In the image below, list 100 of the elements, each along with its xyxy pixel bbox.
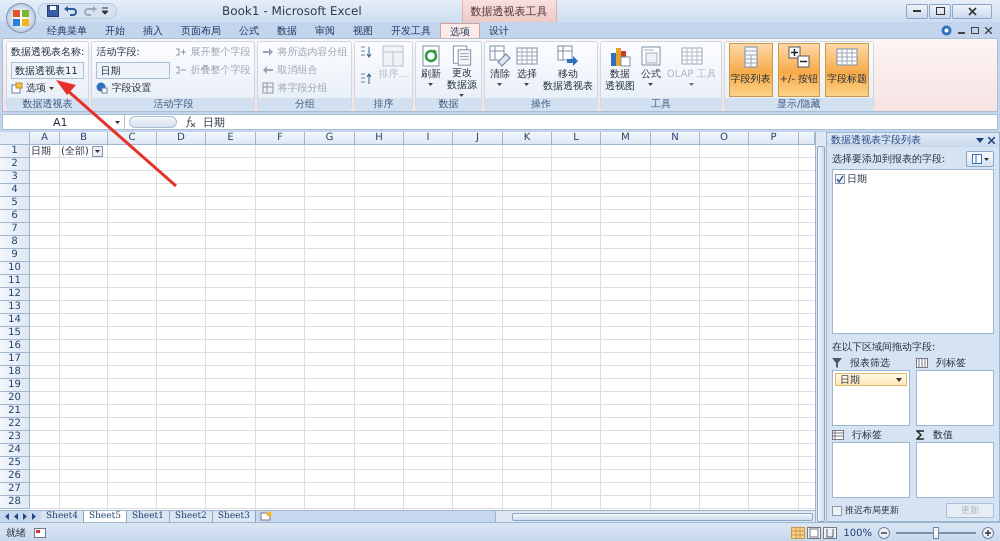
toggle-button[interactable]: 字段列表 xyxy=(728,43,773,97)
row-header[interactable]: 3 xyxy=(0,171,30,184)
slider-thumb[interactable] xyxy=(933,527,939,539)
filter-dropdown-button[interactable] xyxy=(92,146,103,157)
zoom-level[interactable]: 100% xyxy=(843,528,872,538)
ribbon-button[interactable]: 选择 xyxy=(516,43,538,97)
ribbon-button[interactable]: 公式 xyxy=(640,43,662,97)
column-header[interactable]: J xyxy=(453,132,503,145)
field-label[interactable]: 日期 xyxy=(847,172,867,186)
text-field[interactable]: 日期 xyxy=(96,62,170,78)
horizontal-scrollbar[interactable] xyxy=(495,511,815,522)
ribbon-tab[interactable]: 经典菜单 xyxy=(38,23,96,38)
help-icon[interactable] xyxy=(941,24,952,36)
ribbon-tab[interactable]: 公式 xyxy=(230,23,268,38)
row-header[interactable]: 12 xyxy=(0,288,30,301)
toggle-button[interactable]: +/- 按钮 xyxy=(778,43,820,97)
ribbon-button[interactable]: 刷新 xyxy=(420,43,442,97)
page-break-icon[interactable] xyxy=(823,527,838,539)
column-header[interactable]: D xyxy=(157,132,206,145)
row-header[interactable]: 28 xyxy=(0,496,30,509)
field-chip[interactable]: 日期 xyxy=(835,373,907,386)
row-header[interactable]: 7 xyxy=(0,223,30,236)
column-header[interactable]: I xyxy=(404,132,453,145)
row-header[interactable]: 4 xyxy=(0,184,30,197)
row-header[interactable]: 13 xyxy=(0,301,30,314)
ribbon-button[interactable]: 移动 数据透视表 xyxy=(542,43,593,97)
row-header[interactable]: 6 xyxy=(0,210,30,223)
checkbox-label[interactable]: 推迟布局更新 xyxy=(845,504,899,517)
sheet-tab[interactable]: Sheet5 xyxy=(84,511,127,522)
row-header[interactable]: 16 xyxy=(0,340,30,353)
dropdown-icon[interactable] xyxy=(976,138,984,142)
row-header[interactable]: 18 xyxy=(0,366,30,379)
page-layout-icon[interactable] xyxy=(807,527,822,539)
sort-ascending-icon[interactable] xyxy=(359,45,374,59)
restore-button[interactable] xyxy=(929,4,951,18)
ribbon-tab[interactable]: 页面布局 xyxy=(172,23,230,38)
ribbon-tab[interactable]: 数据 xyxy=(268,23,306,38)
save-icon[interactable] xyxy=(47,5,59,17)
row-header[interactable]: 19 xyxy=(0,379,30,392)
close-icon[interactable] xyxy=(988,136,995,144)
column-header[interactable]: L xyxy=(552,132,601,145)
row-header[interactable]: 24 xyxy=(0,444,30,457)
column-header[interactable]: F xyxy=(256,132,305,145)
row-header[interactable]: 10 xyxy=(0,262,30,275)
row-header[interactable]: 27 xyxy=(0,483,30,496)
row-header[interactable]: 2 xyxy=(0,158,30,171)
ribbon-tab[interactable]: 选项 xyxy=(440,23,480,38)
toggle-button[interactable]: 字段标题 xyxy=(825,43,870,97)
row-header[interactable]: 9 xyxy=(0,249,30,262)
ribbon-tab[interactable]: 插入 xyxy=(134,23,172,38)
vertical-scrollbar[interactable] xyxy=(815,132,826,522)
column-header[interactable]: M xyxy=(601,132,651,145)
insert-sheet-icon[interactable] xyxy=(260,511,272,521)
column-header[interactable]: P xyxy=(749,132,799,145)
ribbon-tab[interactable]: 视图 xyxy=(344,23,382,38)
row-header[interactable]: 11 xyxy=(0,275,30,288)
row-header[interactable]: 1 xyxy=(0,145,30,158)
column-header[interactable]: N xyxy=(651,132,700,145)
ribbon-button[interactable]: 清除 xyxy=(488,43,511,97)
undo-icon[interactable] xyxy=(64,5,78,17)
macro-icon[interactable] xyxy=(34,528,46,538)
row-header[interactable]: 20 xyxy=(0,392,30,405)
ribbon-tab[interactable]: 开始 xyxy=(96,23,134,38)
column-header[interactable]: O xyxy=(700,132,749,145)
row-header[interactable]: 15 xyxy=(0,327,30,340)
restore-icon[interactable] xyxy=(971,26,979,34)
row-header[interactable]: 23 xyxy=(0,431,30,444)
sort-descending-icon[interactable] xyxy=(359,72,374,86)
sheet-tab[interactable]: Sheet2 xyxy=(170,511,213,522)
column-header[interactable]: K xyxy=(503,132,552,145)
checkbox[interactable] xyxy=(835,174,845,184)
column-header[interactable]: E xyxy=(206,132,256,145)
drop-area[interactable]: 日期 xyxy=(832,370,910,426)
text-field[interactable]: 数据透视表11 xyxy=(11,62,84,78)
column-header[interactable]: A xyxy=(30,132,60,145)
column-header[interactable]: H xyxy=(355,132,404,145)
ribbon-tab[interactable]: 设计 xyxy=(480,23,518,38)
close-icon[interactable] xyxy=(985,26,992,34)
row-header[interactable]: 5 xyxy=(0,197,30,210)
column-header[interactable]: C xyxy=(108,132,157,145)
layout-button[interactable] xyxy=(966,151,994,167)
ribbon-tab[interactable]: 开发工具 xyxy=(382,23,440,38)
sheet-tab[interactable]: Sheet1 xyxy=(126,511,170,522)
column-header[interactable]: G xyxy=(305,132,355,145)
sheet-tab[interactable]: Sheet3 xyxy=(212,511,256,522)
ribbon-tab[interactable]: 审阅 xyxy=(306,23,344,38)
row-header[interactable]: 8 xyxy=(0,236,30,249)
row-header[interactable]: 17 xyxy=(0,353,30,366)
close-button[interactable] xyxy=(952,4,992,18)
ribbon-button[interactable]: 数据 透视图 xyxy=(604,43,635,97)
ribbon-button[interactable]: 字段设置 xyxy=(96,81,170,95)
ribbon-button[interactable]: 更改 数据源 xyxy=(446,43,477,97)
row-header[interactable]: 22 xyxy=(0,418,30,431)
row-header[interactable]: 21 xyxy=(0,405,30,418)
row-header[interactable]: 14 xyxy=(0,314,30,327)
row-header[interactable]: 26 xyxy=(0,470,30,483)
checkbox[interactable] xyxy=(832,506,842,516)
column-header[interactable]: B xyxy=(60,132,108,145)
zoom-in-icon[interactable] xyxy=(982,527,994,539)
sheet-tab[interactable]: Sheet4 xyxy=(41,511,84,522)
